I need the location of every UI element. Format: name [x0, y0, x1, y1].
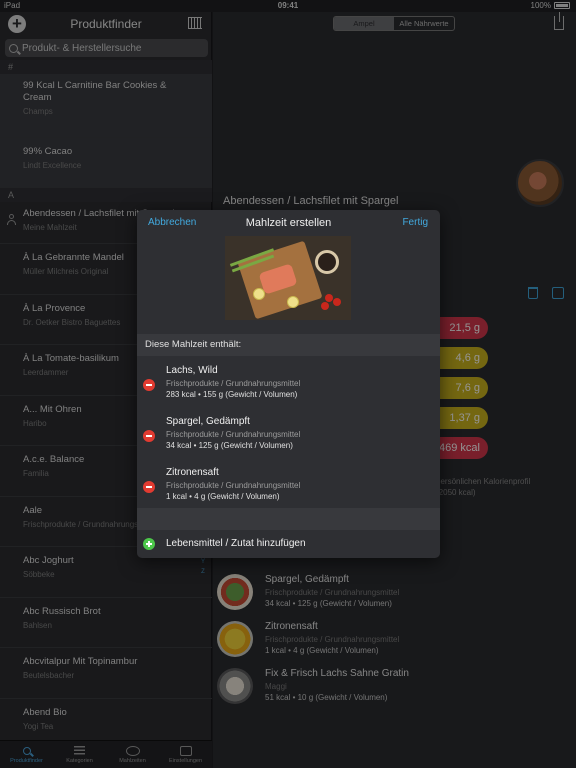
ingredient-values: 1 kcal • 4 g (Gewicht / Volumen) [166, 492, 280, 501]
ingredient-category: Frischprodukte / Grundnahrungsmittel [166, 379, 301, 388]
ingredient-category: Frischprodukte / Grundnahrungsmittel [166, 430, 301, 439]
ingredient-category: Frischprodukte / Grundnahrungsmittel [166, 481, 301, 490]
add-ingredient-label: Lebensmittel / Zutat hinzufügen [166, 538, 306, 549]
ingredient-values: 34 kcal • 125 g (Gewicht / Volumen) [166, 441, 293, 450]
contains-section-header: Diese Mahlzeit enthält: [137, 334, 440, 356]
ingredient-name: Lachs, Wild [166, 365, 218, 376]
lemon-shape [287, 296, 299, 308]
app-root: iPad 09:41 100% + Produktfinder # 99 Kca… [0, 0, 576, 768]
meal-photo[interactable] [225, 236, 351, 320]
lemon-shape [253, 288, 265, 300]
ingredient-values: 283 kcal • 155 g (Gewicht / Volumen) [166, 390, 298, 399]
remove-icon[interactable] [143, 481, 155, 493]
tomato-shape [333, 298, 341, 306]
ingredient-name: Zitronensaft [166, 467, 219, 478]
tomato-shape [325, 294, 333, 302]
meal-ingredient-row[interactable]: Zitronensaft Frischprodukte / Grundnahru… [137, 464, 440, 514]
done-button[interactable]: Fertig [402, 217, 428, 228]
ingredient-name: Spargel, Gedämpft [166, 416, 250, 427]
section-divider [137, 508, 440, 530]
meal-ingredient-row[interactable]: Lachs, Wild Frischprodukte / Grundnahrun… [137, 362, 440, 412]
modal-title: Mahlzeit erstellen [245, 217, 332, 229]
meal-ingredient-row[interactable]: Spargel, Gedämpft Frischprodukte / Grund… [137, 413, 440, 463]
tomato-shape [321, 302, 329, 310]
pepper-bowl-shape [315, 250, 339, 274]
remove-icon[interactable] [143, 379, 155, 391]
create-meal-modal: Abbrechen Mahlzeit erstellen Fertig Dies… [137, 210, 440, 558]
add-icon[interactable] [143, 538, 155, 550]
modal-header: Abbrechen Mahlzeit erstellen Fertig [137, 210, 440, 234]
add-ingredient-row[interactable]: Lebensmittel / Zutat hinzufügen [137, 530, 440, 558]
remove-icon[interactable] [143, 430, 155, 442]
